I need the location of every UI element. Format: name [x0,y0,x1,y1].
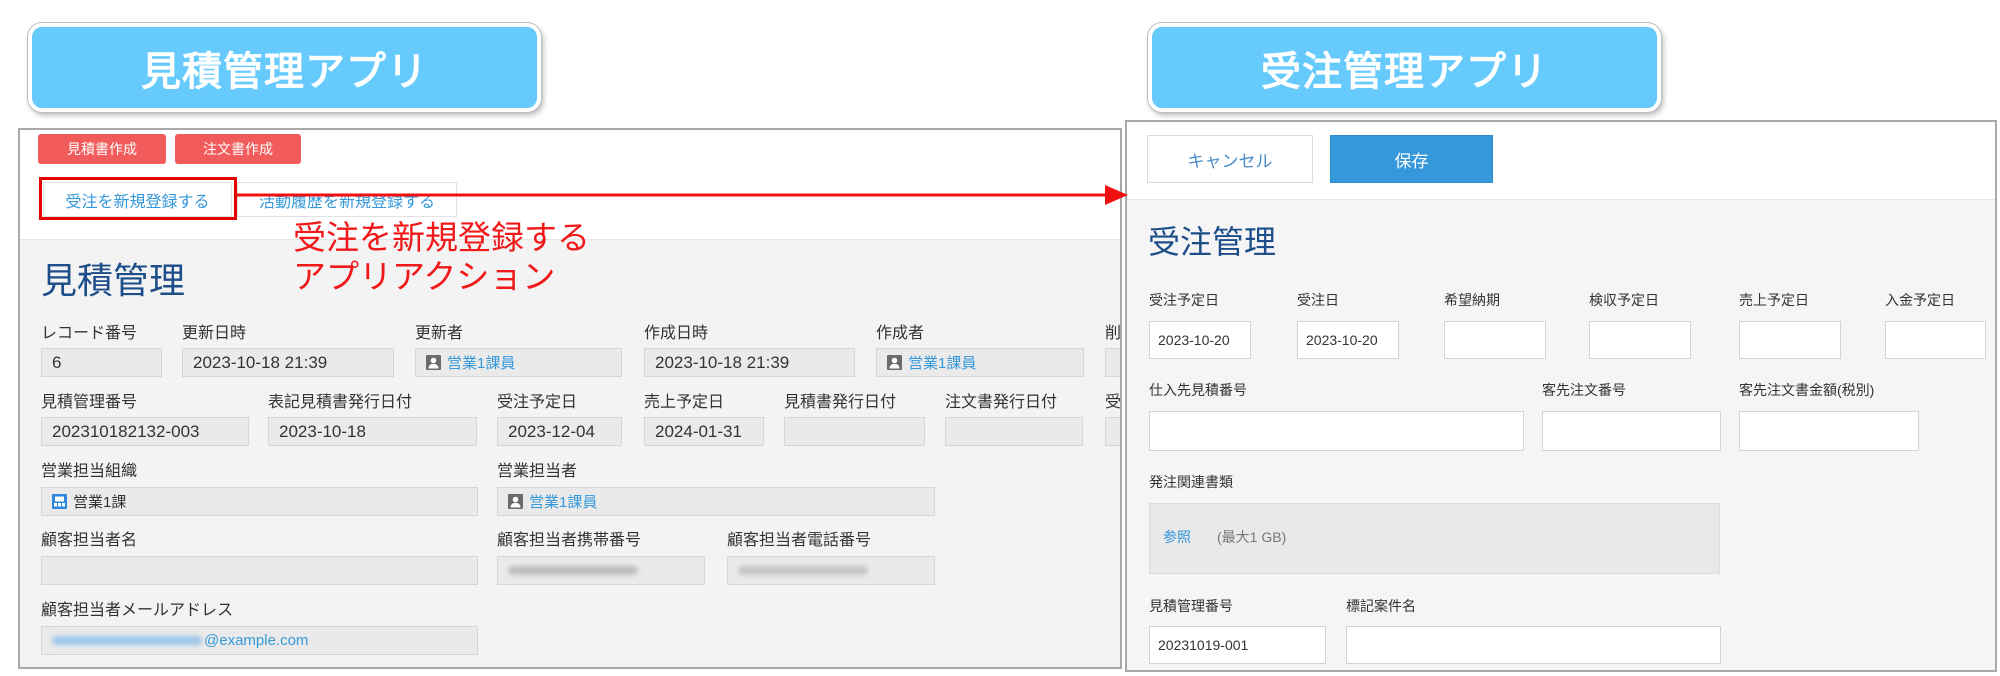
page-title: 見積管理 [41,260,186,301]
order-app-panel: キャンセル 保存 受注管理 受注予定日 受注日 希望納期 検収予定日 売上予定日… [1125,120,1997,672]
person-icon [887,355,902,370]
redacted-email-local-part [52,636,202,645]
record-number-text: 6 [52,352,62,372]
sales-org-text: 営業1課 [73,494,127,511]
created-at-label: 作成日時 [644,325,709,342]
customer-order-amount-label: 客先注文書金額(税別) [1739,382,1875,398]
planned-order-date-text: 2023-12-04 [508,421,595,441]
planned-inspection-date-input[interactable] [1589,321,1691,359]
organization-icon [52,494,67,509]
cut-off-field-label: 削 [1105,325,1122,342]
planned-sales-date-label: 売上予定日 [644,394,725,411]
customer-contact-name-label: 顧客担当者名 [41,532,138,549]
estimate-number-value: 202310182132-003 [41,417,249,446]
desired-delivery-label: 希望納期 [1444,292,1500,308]
sales-org-value: 営業1課 [41,487,478,516]
order-documents-label: 発注関連書類 [1149,474,1233,490]
updated-at-text: 2023-10-18 21:39 [193,352,328,372]
cut-off-field-value [1105,348,1120,377]
annotation-line-2: アプリアクション [293,258,556,295]
order-date-input[interactable]: 2023-10-20 [1297,321,1399,359]
desired-delivery-input[interactable] [1444,321,1546,359]
record-number-value: 6 [41,348,162,377]
customer-order-number-input[interactable] [1542,411,1721,451]
notation-project-name-input[interactable] [1346,626,1721,664]
redacted-phone-number [738,566,868,575]
create-order-doc-button[interactable]: 注文書作成 [175,134,301,164]
cancel-button[interactable]: キャンセル [1147,135,1313,183]
estimate-number-label: 見積管理番号 [41,394,138,411]
notation-issue-date-label: 表記見積書発行日付 [268,394,413,411]
notation-project-name-label: 標記案件名 [1346,598,1416,614]
updated-by-user-link[interactable]: 営業1課員 [447,352,515,373]
updated-at-label: 更新日時 [182,325,247,342]
customer-contact-email-label: 顧客担当者メールアドレス [41,602,234,619]
customer-contact-name-value [41,556,478,585]
planned-order-date-value: 2023-12-04 [497,417,622,446]
supplier-estimate-number-input[interactable] [1149,411,1524,451]
estimate-app-panel: 見積書作成 注文書作成 受注を新規登録する 活動履歴を新規登録する 見積管理 レ… [18,128,1122,669]
planned-payment-date-input[interactable] [1885,321,1986,359]
estimate-number-label: 見積管理番号 [1149,598,1233,614]
person-icon [508,494,523,509]
sales-rep-label: 営業担当者 [497,463,578,480]
highlight-box [39,177,237,220]
notation-issue-date-value: 2023-10-18 [268,417,477,446]
notation-issue-date-text: 2023-10-18 [279,421,366,441]
redacted-mobile-number [508,566,638,575]
planned-sales-date-text: 2024-01-31 [655,421,742,441]
created-at-text: 2023-10-18 21:39 [655,352,790,372]
planned-sales-date-input[interactable] [1739,321,1841,359]
customer-contact-email-value: @example.com [41,626,478,655]
created-at-value: 2023-10-18 21:39 [644,348,855,377]
estimate-issue-date-label: 見積書発行日付 [784,394,897,411]
estimate-number-text: 202310182132-003 [52,421,200,441]
supplier-estimate-number-label: 仕入先見積番号 [1149,382,1247,398]
estimate-number-input[interactable]: 20231019-001 [1149,626,1326,664]
customer-order-amount-input[interactable] [1739,411,1919,451]
created-by-label: 作成者 [876,325,925,342]
customer-contact-email-link[interactable]: @example.com [204,632,308,649]
updated-by-label: 更新者 [415,325,464,342]
cut-off-field-label: 受 [1105,394,1122,411]
planned-order-date-text: 2023-10-20 [1158,332,1230,348]
planned-sales-date-value: 2024-01-31 [644,417,764,446]
created-by-value: 営業1課員 [876,348,1084,377]
customer-contact-phone-value [727,556,935,585]
order-date-text: 2023-10-20 [1306,332,1378,348]
updated-at-value: 2023-10-18 21:39 [182,348,394,377]
planned-order-date-input[interactable]: 2023-10-20 [1149,321,1251,359]
cut-off-field-value [1105,417,1120,446]
save-button[interactable]: 保存 [1330,135,1493,183]
planned-inspection-date-label: 検収予定日 [1589,292,1659,308]
customer-contact-mobile-value [497,556,705,585]
planned-order-date-label: 受注予定日 [497,394,578,411]
estimate-issue-date-value [784,417,925,446]
annotation-line-1: 受注を新規登録する [293,219,590,256]
updated-by-value: 営業1課員 [415,348,622,377]
customer-order-number-label: 客先注文番号 [1542,382,1626,398]
create-estimate-doc-button[interactable]: 見積書作成 [38,134,166,164]
planned-payment-date-label: 入金予定日 [1885,292,1955,308]
planned-sales-date-label: 売上予定日 [1739,292,1809,308]
file-size-limit: (最大1 GB) [1217,529,1287,545]
customer-contact-mobile-label: 顧客担当者携帯番号 [497,532,642,549]
browse-link[interactable]: 参照 [1163,528,1191,546]
sales-rep-value: 営業1課員 [497,487,935,516]
order-app-title: 受注管理アプリ [1148,23,1661,112]
estimate-number-text: 20231019-001 [1158,637,1249,653]
person-icon [426,355,441,370]
order-date-label: 受注日 [1297,292,1339,308]
customer-contact-phone-label: 顧客担当者電話番号 [727,532,872,549]
page-title: 受注管理 [1148,224,1277,260]
sales-rep-user-link[interactable]: 営業1課員 [529,491,597,512]
estimate-app-title: 見積管理アプリ [28,23,541,112]
arrow-right-icon [237,185,1128,205]
created-by-user-link[interactable]: 営業1課員 [908,352,976,373]
sales-org-label: 営業担当組織 [41,463,138,480]
record-number-label: レコード番号 [41,325,138,342]
order-doc-issue-date-value [945,417,1083,446]
order-doc-issue-date-label: 注文書発行日付 [945,394,1058,411]
planned-order-date-label: 受注予定日 [1149,292,1219,308]
